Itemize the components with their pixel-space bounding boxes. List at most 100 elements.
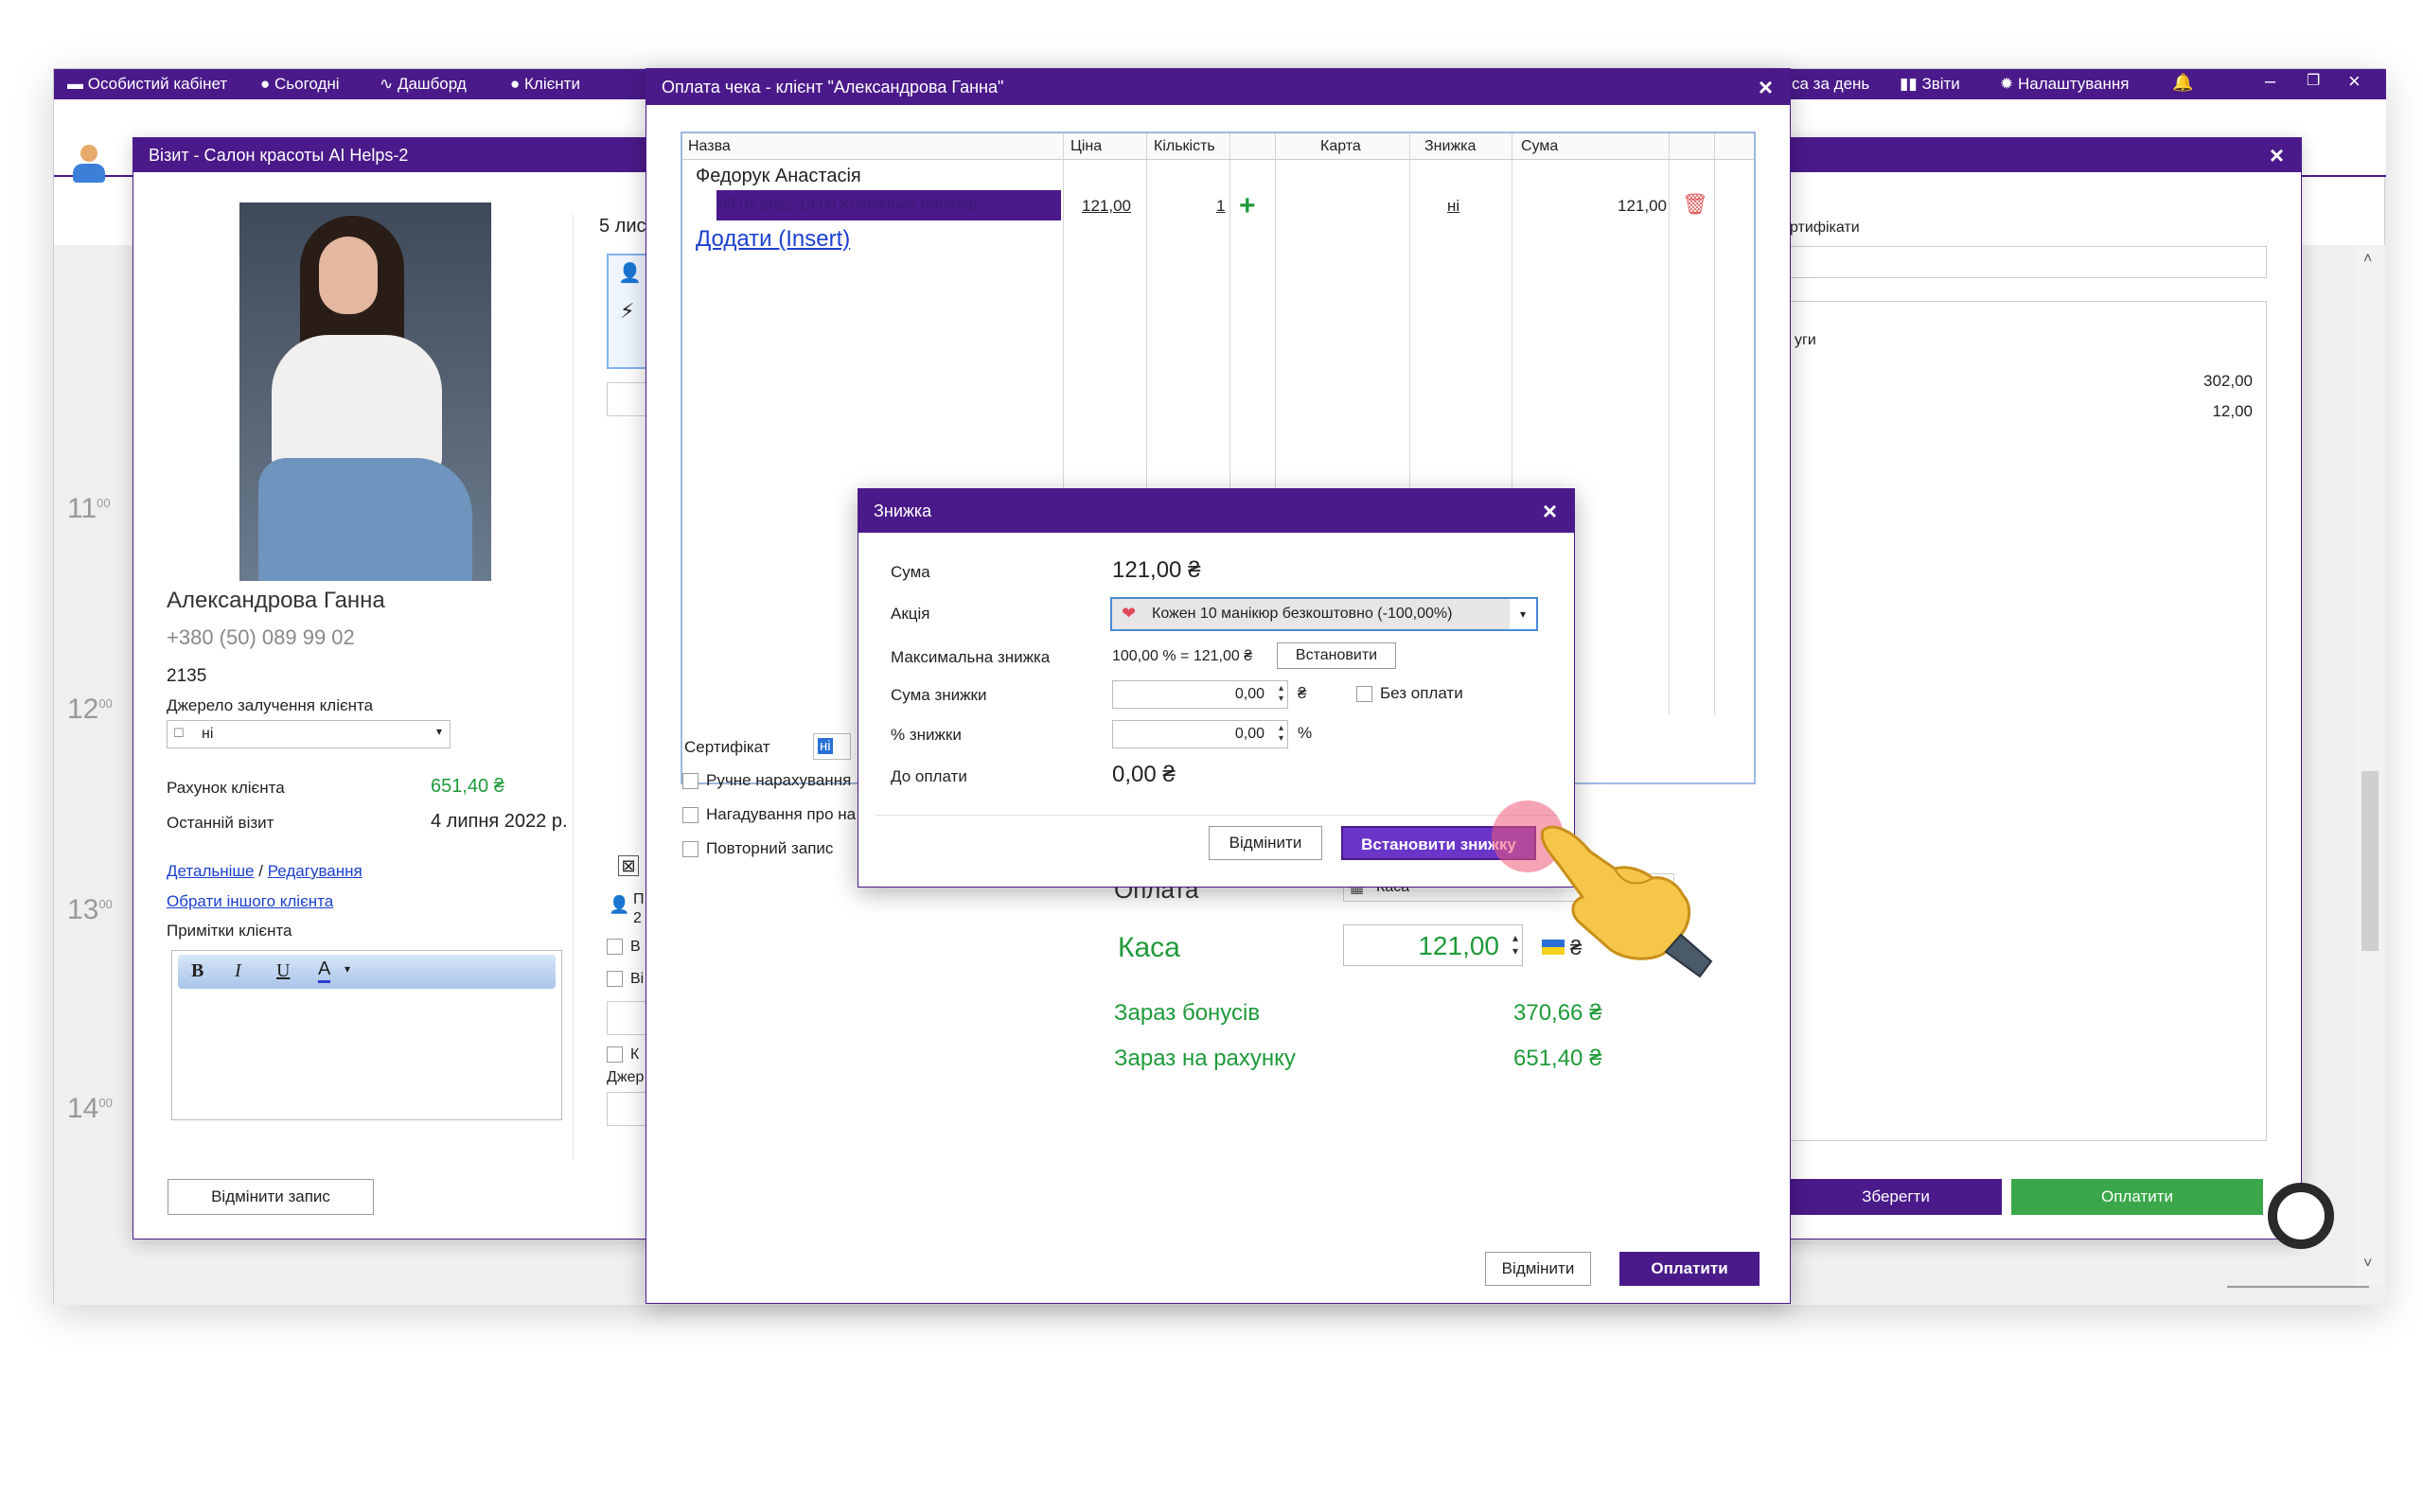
service-card-partial[interactable]: 👤 ⚡ — [607, 254, 648, 369]
trash-icon[interactable]: 🗑 — [1682, 192, 1708, 217]
cash-amount-spinner-icon[interactable]: ▴ ▾ — [1512, 931, 1518, 958]
certificate-value: ні — [818, 738, 833, 754]
discount-amount-currency: ₴ — [1298, 684, 1307, 702]
certificate-select[interactable]: ні — [813, 733, 851, 760]
nav-settings[interactable]: ✹ Налаштування — [2000, 75, 2129, 94]
reminder-checkbox[interactable]: Нагадування про на — [682, 805, 856, 824]
visit-pay-button[interactable]: Оплатити — [2011, 1179, 2263, 1215]
discount-percent-label: % знижки — [891, 726, 962, 744]
no-payment-checkbox[interactable]: Без оплати — [1356, 684, 1463, 703]
partial-check-vi[interactable]: Ві — [607, 971, 644, 988]
nav-cash-day[interactable]: са за день — [1792, 75, 1869, 94]
certificates-field[interactable] — [1790, 246, 2267, 278]
service-row-qty[interactable]: 1 — [1216, 197, 1225, 216]
scroll-up-icon[interactable]: ˄ — [2363, 251, 2372, 268]
repeat-checkbox[interactable]: Повторний запис — [682, 839, 833, 858]
client-phone: +380 (50) 089 99 02 — [167, 625, 355, 649]
nav-clients[interactable]: ● Клієнти — [510, 75, 580, 94]
person-icon: 👤 — [618, 263, 642, 284]
max-discount-label: Максимальна знижка — [891, 648, 1051, 666]
discount-amount-spinner-icon[interactable]: ▴ ▾ — [1279, 683, 1283, 704]
nav-cabinet[interactable]: ▬ Особистий кабінет — [67, 75, 227, 94]
account-value: 651,40 ₴ — [431, 776, 504, 797]
partial-letter-2: 2 — [633, 910, 642, 926]
partial-input[interactable] — [607, 382, 648, 416]
payment-cancel-button[interactable]: Відмінити — [1485, 1252, 1591, 1286]
nav-today[interactable]: ● Сьогодні — [260, 75, 340, 94]
nav-dashboard[interactable]: ∿ Дашборд — [380, 75, 467, 94]
col-sum: Сума — [1521, 138, 1559, 154]
link-separator: / — [258, 862, 263, 880]
discount-cancel-button[interactable]: Відмінити — [1209, 826, 1322, 860]
window-close-icon[interactable]: × — [2348, 69, 2361, 94]
service-row[interactable]: 05.07.2022 13:00 Класичний манікюр 121,0… — [682, 190, 1754, 222]
partial-letter-p: П — [633, 891, 645, 907]
service-row-price[interactable]: 121,00 — [1082, 197, 1131, 216]
bold-icon[interactable]: B — [191, 960, 203, 982]
discount-sum-label: Сума — [891, 563, 930, 581]
calendar-scrollbar[interactable]: ˄ ˅ — [2356, 245, 2384, 1286]
source-select[interactable]: ☐ ні ▾ — [167, 720, 451, 748]
payment-pay-button[interactable]: Оплатити — [1619, 1252, 1760, 1286]
discount-close-icon[interactable]: × — [1543, 489, 1557, 533]
bonuses-value: 370,66 ₴ — [1513, 1000, 1602, 1026]
discount-percent-spinner-icon[interactable]: ▴ ▾ — [1279, 723, 1283, 744]
master-name: Федорук Анастасія — [696, 166, 861, 186]
services-total-2: 12,00 — [2212, 402, 2253, 420]
partial-input-2[interactable] — [607, 1001, 648, 1035]
save-button[interactable]: Зберегти — [1790, 1179, 2002, 1215]
edit-link[interactable]: Редагування — [268, 862, 363, 880]
scroll-thumb[interactable] — [2361, 771, 2379, 951]
discount-percent-input[interactable]: 0,00 ▴ ▾ — [1112, 720, 1288, 748]
partial-check-v[interactable]: В — [607, 939, 641, 956]
photo-face — [319, 237, 378, 314]
visit-divider — [573, 214, 574, 1160]
set-max-discount-button[interactable]: Встановити — [1277, 642, 1396, 669]
partial-check-k[interactable]: К — [607, 1046, 639, 1064]
bell-icon[interactable]: 🔔 — [2172, 73, 2193, 93]
service-row-name: 05.07.2022 13:00 Класичний манікюр — [718, 197, 978, 213]
services-panel: уги 302,00 12,00 — [1790, 301, 2267, 1141]
last-visit-value: 4 липня 2022 р. — [431, 811, 568, 832]
items-table-header: Назва Ціна Кількість Карта Знижка Сума — [682, 133, 1754, 160]
add-service-link[interactable]: Додати (Insert) — [696, 226, 850, 253]
services-partial-label: уги — [1795, 332, 1816, 348]
visit-date-partial: 5 лис — [599, 216, 646, 237]
zoom-slider[interactable] — [2227, 1286, 2369, 1288]
promo-select[interactable]: ❤ Кожен 10 манікюр безкоштовно (-100,00%… — [1110, 597, 1538, 631]
window-minimize-icon[interactable]: – — [2265, 71, 2275, 93]
user-avatar-icon[interactable] — [73, 145, 105, 183]
visit-close-icon[interactable]: × — [2270, 138, 2284, 172]
promo-value: Кожен 10 манікюр безкоштовно (-100,00%) — [1152, 606, 1453, 622]
manual-accrual-checkbox[interactable]: Ручне нарахування — [682, 771, 851, 790]
last-visit-label: Останній візит — [167, 814, 274, 832]
bonuses-label: Зараз бонусів — [1114, 1000, 1261, 1026]
calendar-hour-12: 1200 — [67, 694, 113, 725]
partial-input-3[interactable] — [607, 1092, 648, 1126]
text-color-dropdown-icon[interactable]: ▾ — [345, 962, 350, 976]
underline-icon[interactable]: U — [276, 960, 290, 982]
italic-icon[interactable]: I — [235, 960, 241, 982]
payment-close-icon[interactable]: × — [1759, 69, 1773, 105]
cash-amount-input[interactable]: 121,00 ▴ ▾ — [1343, 924, 1523, 966]
discount-sum-value: 121,00 ₴ — [1112, 557, 1201, 583]
services-total-1: 302,00 — [2203, 372, 2253, 390]
help-circle-icon[interactable] — [2268, 1183, 2334, 1249]
cash-amount-value: 121,00 — [1418, 931, 1499, 960]
window-restore-icon[interactable]: ❐ — [2307, 71, 2320, 90]
to-pay-label: До оплати — [891, 767, 967, 785]
details-link[interactable]: Детальніше — [167, 862, 255, 880]
checkbox-close-icon[interactable]: ⊠ — [618, 855, 639, 876]
col-qty: Кількість — [1154, 138, 1215, 154]
scroll-down-icon[interactable]: ˅ — [2363, 1256, 2372, 1273]
discount-divider — [875, 815, 1557, 816]
cancel-record-button[interactable]: Відмінити запис — [168, 1179, 374, 1215]
discount-amount-input[interactable]: 0,00 ▴ ▾ — [1112, 680, 1288, 709]
account-now-label: Зараз на рахунку — [1114, 1046, 1296, 1071]
nav-reports[interactable]: ▮▮ Звіти — [1900, 75, 1960, 94]
text-color-icon[interactable]: A — [318, 958, 331, 983]
details-links: Детальніше / Редагування — [167, 862, 363, 881]
choose-other-client-link[interactable]: Обрати іншого клієнта — [167, 892, 333, 911]
add-quantity-icon[interactable]: + — [1239, 190, 1256, 222]
service-row-discount[interactable]: ні — [1447, 197, 1459, 216]
